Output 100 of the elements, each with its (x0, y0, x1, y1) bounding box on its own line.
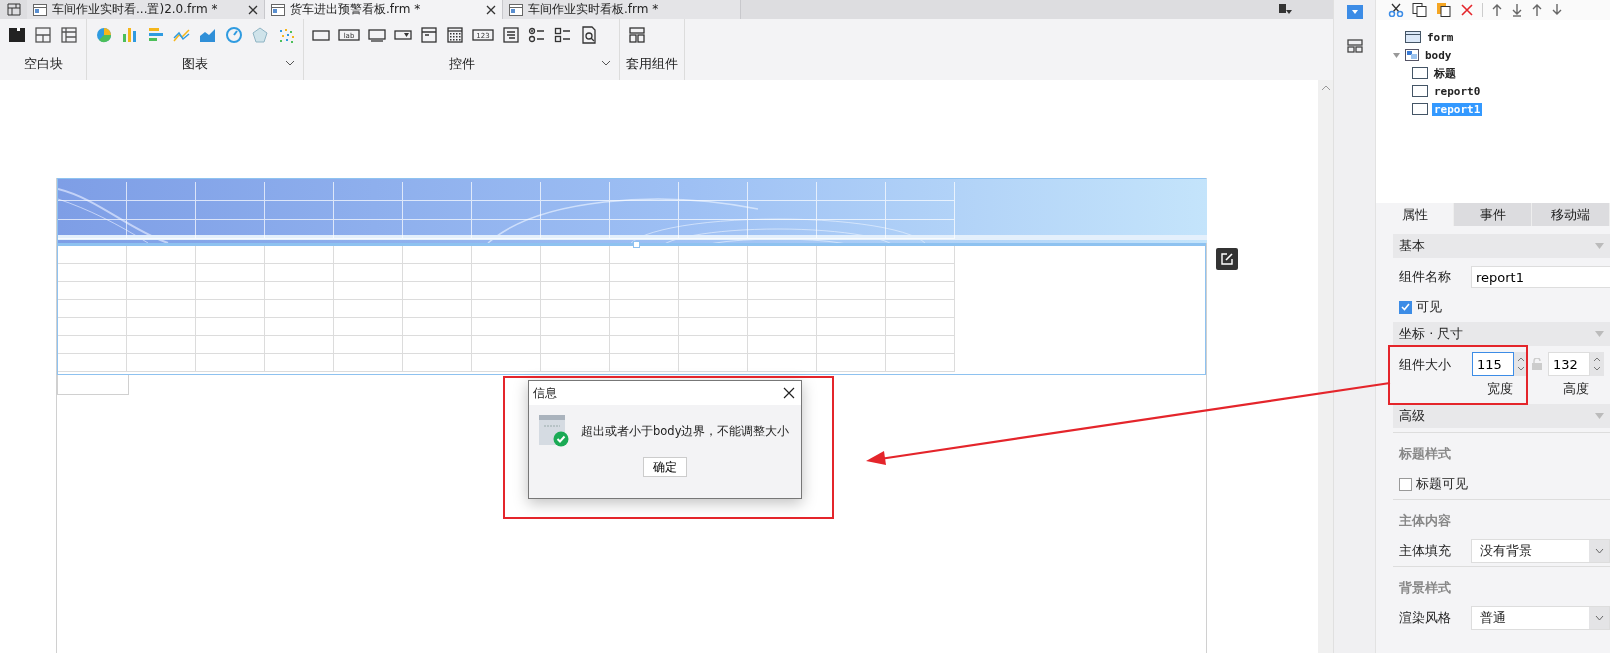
table-cell (58, 182, 127, 201)
calendar-icon (446, 26, 464, 44)
field-caption: 宽度 (1487, 380, 1513, 398)
table-cell (886, 282, 955, 300)
table-cell (748, 318, 817, 336)
expand-caret-icon[interactable] (601, 60, 611, 67)
table-cell (610, 318, 679, 336)
resize-handle[interactable] (633, 241, 640, 248)
table-cell (610, 201, 679, 220)
table-cell (265, 246, 334, 264)
gauge-icon (225, 26, 243, 44)
table-cell (679, 264, 748, 282)
group-title: 标题样式 (1393, 432, 1610, 469)
section-title: 坐标 · 尺寸 (1399, 325, 1464, 343)
cut-icon[interactable] (1388, 3, 1404, 17)
close-icon[interactable] (248, 4, 258, 15)
move-top-icon[interactable] (1491, 3, 1503, 17)
table-cell (817, 318, 886, 336)
table-cell (403, 201, 472, 220)
checkbox-label: 可见 (1416, 298, 1442, 316)
table-cell (679, 318, 748, 336)
table-icon (60, 26, 78, 44)
checkbox[interactable] (1399, 300, 1412, 314)
checkbox[interactable] (1399, 477, 1412, 491)
group-label: 空白块 (23, 55, 63, 73)
table-cell (196, 201, 265, 220)
table-cell (817, 336, 886, 354)
table-cell (541, 282, 610, 300)
table-cell (265, 282, 334, 300)
field-label: 渲染风格 (1399, 609, 1452, 627)
table-cell (127, 220, 196, 239)
expand-toggle-icon[interactable] (1392, 50, 1401, 60)
table-cell (610, 246, 679, 264)
document-icon (271, 3, 285, 16)
table-cell (886, 300, 955, 318)
table-cell (541, 201, 610, 220)
confirm-button[interactable]: 确定 (643, 457, 687, 477)
delete-icon[interactable] (1460, 3, 1474, 17)
group-label: 控件 (448, 55, 475, 73)
spinner[interactable] (1590, 352, 1604, 376)
close-icon[interactable] (486, 4, 496, 15)
panel-icon (1412, 67, 1428, 79)
file-tab[interactable]: 货车进出预警看板.frm * (265, 0, 503, 19)
panel-tab[interactable]: 事件 (1454, 203, 1532, 226)
table-cell (334, 318, 403, 336)
table-cell (127, 246, 196, 264)
table-cell (472, 182, 541, 201)
table-cell (403, 182, 472, 201)
table-cell (817, 220, 886, 239)
close-icon[interactable] (783, 387, 795, 399)
table-cell (127, 354, 196, 372)
table-cell (403, 246, 472, 264)
move-bottom-icon[interactable] (1511, 3, 1523, 17)
table-cell (127, 282, 196, 300)
copy-icon[interactable] (1412, 3, 1428, 17)
tree-item[interactable]: 标题 (1432, 65, 1458, 81)
panel-icon (1405, 31, 1421, 43)
table-cell (817, 246, 886, 264)
table-cell (403, 282, 472, 300)
number-field[interactable]: 115 (1472, 352, 1514, 376)
table-cell (817, 264, 886, 282)
move-up-icon[interactable] (1531, 3, 1543, 17)
tree-item[interactable]: report0 (1432, 84, 1483, 98)
panel-tab[interactable]: 移动端 (1532, 203, 1610, 226)
tree-item[interactable]: form (1425, 30, 1456, 44)
file-tab[interactable]: 车间作业实时看...置)2.0.frm * (27, 0, 265, 19)
table-cell (748, 336, 817, 354)
checkbox-label: 标题可见 (1416, 475, 1468, 493)
table-cell (196, 282, 265, 300)
table-cell (541, 182, 610, 201)
table-cell (472, 354, 541, 372)
table-cell (334, 264, 403, 282)
table-cell (679, 282, 748, 300)
table-cell (748, 201, 817, 220)
paste-icon[interactable] (1436, 3, 1452, 17)
line-chart-icon (173, 26, 191, 44)
table-cell (196, 336, 265, 354)
table-cell (334, 220, 403, 239)
table-cell (472, 300, 541, 318)
layout-icon (34, 26, 52, 44)
caret-icon (1594, 615, 1604, 621)
dropdown[interactable]: 普通 (1471, 606, 1610, 630)
table-cell (886, 182, 955, 201)
menu-caret-icon[interactable] (1279, 4, 1294, 16)
tree-item[interactable]: body (1423, 48, 1454, 62)
field-label: 组件大小 (1399, 356, 1452, 374)
table-cell (334, 300, 403, 318)
dropdown[interactable]: 没有背景 (1471, 539, 1610, 563)
expand-caret-icon[interactable] (285, 60, 295, 67)
file-tab[interactable]: 车间作业实时看板.frm * (503, 0, 741, 19)
table-cell (127, 182, 196, 201)
table-cell (679, 182, 748, 201)
number-field[interactable]: 132 (1548, 352, 1590, 376)
table-cell (541, 220, 610, 239)
table-cell (817, 201, 886, 220)
move-down-icon[interactable] (1551, 3, 1563, 17)
table-cell (886, 201, 955, 220)
table-cell (541, 354, 610, 372)
name-field[interactable]: report1 (1471, 266, 1610, 288)
caret-icon (1594, 548, 1604, 554)
